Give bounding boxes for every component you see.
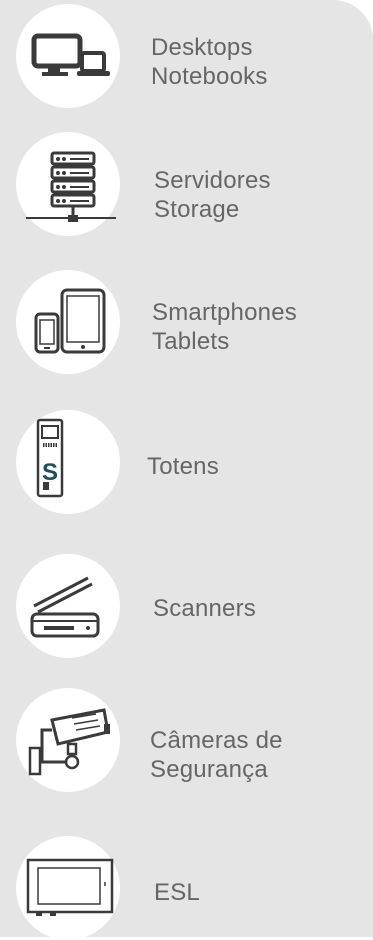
category-servidores-storage[interactable]: Servidores Storage [0,132,373,242]
category-label: Totens [147,452,219,481]
server-rack-icon [26,151,116,222]
category-scanners[interactable]: Scanners [0,554,373,664]
category-label: Smartphones Tablets [152,298,297,356]
icon-circle: S [16,410,120,514]
category-label-line: Tablets [152,328,230,355]
category-totens[interactable]: S Totens [0,410,373,520]
icon-circle [16,132,120,236]
category-smartphones-tablets[interactable]: Smartphones Tablets [0,270,373,380]
icon-circle [16,270,120,374]
category-label-line: Smartphones [152,299,297,326]
desktop-notebook-icon [31,33,110,76]
esl-price-tag-icon [26,858,114,916]
icon-circle [16,688,120,792]
category-desktops-notebooks[interactable]: Desktops Notebooks [0,0,373,110]
category-label: Scanners [153,594,256,623]
category-label: ESL [154,878,200,907]
smartphone-tablet-icon [34,288,106,354]
category-label-line: Scanners [153,595,256,622]
category-label-line: Segurança [150,756,268,783]
security-camera-icon [28,708,110,776]
category-label-line: Totens [147,453,219,480]
svg-text:S: S [42,459,58,486]
category-label: Câmeras de Segurança [150,726,283,784]
icon-circle [16,4,120,108]
category-label-line: Notebooks [151,63,268,90]
category-label: Desktops Notebooks [151,33,268,91]
category-label-line: Desktops [151,34,253,61]
category-label-line: Câmeras de [150,727,283,754]
category-label-line: ESL [154,879,200,906]
flatbed-scanner-icon [30,576,100,638]
device-category-panel: Desktops Notebooks Servidores Storage Sm… [0,0,373,940]
category-label-line: Storage [154,196,240,223]
icon-circle [16,836,120,940]
category-label-line: Servidores [154,167,271,194]
category-esl[interactable]: ESL [0,830,373,940]
category-cameras-seguranca[interactable]: Câmeras de Segurança [0,688,373,798]
kiosk-totem-icon: S [36,418,64,498]
icon-circle [16,554,120,658]
category-label: Servidores Storage [154,166,271,224]
